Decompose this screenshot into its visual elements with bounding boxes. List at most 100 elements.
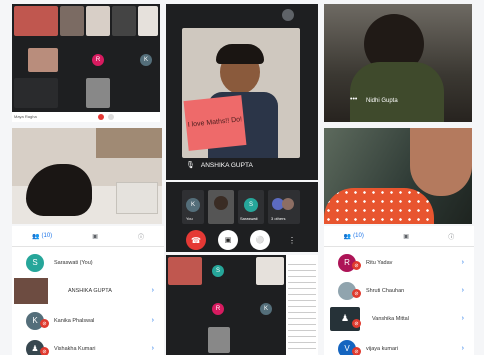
person-hair [216, 44, 264, 64]
video-tile[interactable] [208, 327, 230, 353]
bottom-toolbar: Maya Ragha [12, 112, 160, 122]
thumb-others[interactable]: 3 others [268, 190, 300, 224]
participant-caption: Nidhi Gupta [366, 98, 398, 104]
participant-name: ANSHIKA GUPTA [68, 287, 112, 294]
bottom-right-participants: 👥 (10) ▣ ⓘ R Ritu Yadav › ⊘ Shruti Chauh… [324, 226, 474, 355]
participant-avatar: K [140, 54, 152, 66]
tab-people[interactable]: 👥 (10) [32, 233, 52, 240]
participant-photo [14, 277, 48, 304]
people-icon: 👥 [32, 233, 40, 240]
mute-badge: ⊘ [352, 319, 361, 328]
person-head [214, 196, 228, 210]
participant-avatar: S [212, 265, 224, 277]
speaker-name: ANSHIKA GUPTA [200, 161, 253, 169]
participant-name: Saraswati (You) [54, 259, 93, 266]
mic-off-button[interactable]: ⚪ [250, 230, 270, 250]
people-tabs: 👥 (10) ▣ ⓘ [12, 226, 164, 247]
video-tile[interactable] [86, 6, 110, 36]
chevron-right-icon[interactable]: › [462, 287, 464, 294]
video-tile[interactable] [86, 78, 110, 108]
video-tile[interactable] [138, 6, 158, 36]
participant-row[interactable]: Shruti Chauhan › [324, 276, 474, 305]
participant-avatar: S [26, 253, 44, 272]
participant-row[interactable]: ANSHIKA GUPTA › [12, 276, 164, 305]
person-hair [26, 164, 92, 216]
participant-avatar: R [212, 303, 224, 315]
participant-name: Vishakha Kumari [54, 345, 96, 352]
hangup-dot[interactable] [98, 114, 104, 120]
chevron-right-icon[interactable]: › [462, 315, 464, 322]
mute-badge: ⊘ [40, 319, 49, 328]
chevron-right-icon[interactable]: › [152, 345, 154, 352]
thumb-label: 3 others [271, 216, 286, 221]
participant-avatar: K [186, 198, 200, 212]
top-app-bar [166, 4, 318, 26]
mic-icon: 🎙 [186, 162, 195, 169]
participant-avatar: R [92, 54, 104, 66]
thumb-video[interactable] [208, 190, 234, 224]
participant-avatar: K [260, 303, 272, 315]
thumb-self[interactable]: K You [182, 190, 204, 224]
tab-chat[interactable]: ▣ [403, 233, 409, 240]
mute-badge: ⊘ [352, 289, 361, 298]
participant-name: vijaya kumari [366, 345, 399, 352]
video-tile[interactable] [168, 257, 202, 285]
video-tile[interactable] [112, 6, 136, 36]
participant-row[interactable]: R Ritu Yadav › [324, 248, 474, 277]
middle-left-video[interactable] [12, 128, 162, 224]
video-tile[interactable] [256, 257, 284, 285]
mute-badge: ⊘ [352, 347, 361, 355]
thumb-label: Saraswati [240, 216, 258, 221]
shield-icon[interactable] [282, 9, 294, 21]
info-icon: ⓘ [448, 234, 455, 241]
participant-name: Vanshika Mittal [372, 315, 409, 322]
mic-dot[interactable] [108, 114, 114, 120]
more-icon[interactable]: ••• [350, 96, 357, 103]
tab-chat[interactable]: ▣ [92, 233, 98, 240]
top-right-video[interactable]: ••• Nidhi Gupta [324, 4, 472, 122]
meet-grid: R K [12, 4, 160, 112]
video-off-button[interactable]: ▣ [218, 230, 238, 250]
book [116, 182, 158, 214]
tab-info[interactable]: ⓘ [448, 232, 454, 241]
bottom-center-grid: S R K [166, 255, 318, 355]
chat-icon: ▣ [403, 233, 409, 240]
participant-row[interactable]: S Saraswati (You) [12, 248, 164, 277]
participant-row[interactable]: ♟ Vishakha Kumari › [12, 334, 164, 355]
mute-badge: ⊘ [40, 347, 49, 355]
shelf [96, 128, 162, 158]
participant-row[interactable]: V vijaya kumari › [324, 334, 474, 355]
bottom-left-participants: 👥 (10) ▣ ⓘ S Saraswati (You) ANSHIKA GUP… [12, 226, 164, 355]
chevron-right-icon[interactable]: › [462, 259, 464, 266]
person-body [350, 62, 444, 122]
meet-grid-small: S R K [166, 255, 286, 355]
people-icon: 👥 [343, 233, 352, 240]
participant-avatar: S [244, 198, 258, 212]
video-tile[interactable] [14, 78, 58, 108]
center-participant-strip: K You S Saraswati 3 others ☎ ▣ ⚪ ⋮ [166, 182, 318, 252]
speaker-caption: 🎙 ANSHIKA GUPTA [182, 158, 300, 172]
chat-side-panel [288, 259, 316, 351]
face [410, 128, 472, 196]
video-tile[interactable] [60, 6, 84, 36]
tab-people[interactable]: 👥 (10) [344, 233, 364, 240]
participant-row[interactable]: K Kanika Phalswal › [12, 306, 164, 335]
chevron-right-icon[interactable]: › [152, 287, 154, 294]
chevron-right-icon[interactable]: › [152, 317, 154, 324]
participant-name: Shruti Chauhan [366, 287, 405, 294]
handwritten-sign: I love Maths!! Do! [183, 95, 247, 151]
thumb-saraswati[interactable]: S Saraswati [238, 190, 264, 224]
video-tile[interactable] [28, 48, 58, 72]
participant-avatar [282, 198, 294, 210]
spotlight-video[interactable]: I love Maths!! Do! [182, 28, 300, 158]
tab-info[interactable]: ⓘ [138, 232, 144, 241]
hangup-button[interactable]: ☎ [186, 230, 206, 250]
thumb-label: You [186, 216, 193, 221]
more-options-icon[interactable]: ⋮ [288, 236, 296, 245]
chevron-right-icon[interactable]: › [462, 345, 464, 352]
middle-right-video[interactable] [324, 128, 472, 224]
video-tile[interactable] [14, 6, 58, 36]
dotted-garment [324, 188, 434, 224]
participant-row[interactable]: ♟ Vanshika Mittal › [324, 304, 474, 333]
info-icon: ⓘ [137, 234, 144, 241]
